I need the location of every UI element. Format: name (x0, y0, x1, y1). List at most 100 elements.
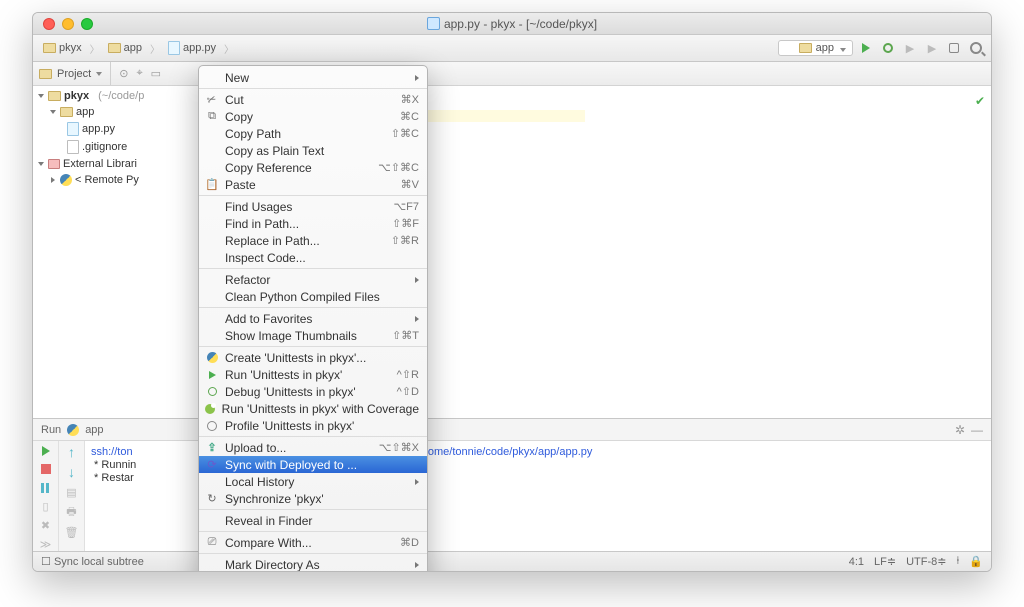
menu-item-label: Local History (225, 475, 409, 489)
file-encoding[interactable]: UTF-8≑ (906, 555, 946, 568)
menu-item-label: Create 'Unittests in pkyx'... (225, 351, 419, 365)
chevron-right-icon: 〉 (150, 41, 160, 56)
gear-icon[interactable]: ✲ (955, 423, 965, 437)
menu-item-new[interactable]: New (199, 69, 427, 86)
bug-icon (883, 43, 893, 53)
paste-icon: 📋 (205, 178, 219, 191)
pause-button[interactable] (39, 482, 53, 494)
minimize-icon[interactable] (62, 18, 74, 30)
scroll-down-button[interactable]: ↓ (65, 465, 79, 479)
menu-item-find-in-path[interactable]: Find in Path... ⇧⌘F (199, 215, 427, 232)
disclosure-icon (38, 94, 44, 98)
chevron-right-icon (415, 479, 419, 485)
hide-icon[interactable]: ▭ (151, 67, 161, 80)
chevron-right-icon (415, 277, 419, 283)
menu-item-label: Compare With... (225, 536, 394, 550)
menu-item-sync-with-deployed-to[interactable]: ⟳Sync with Deployed to ... (199, 456, 427, 473)
run-gutter-right: ↑ ↓ ▤ 🖶 🗑 (59, 441, 85, 551)
menu-item-inspect-code[interactable]: Inspect Code... (199, 249, 427, 266)
menu-item-profile-unittests-in-pkyx[interactable]: Profile 'Unittests in pkyx' (199, 417, 427, 434)
menu-item-mark-directory-as[interactable]: Mark Directory As (199, 556, 427, 572)
coverage-button[interactable]: ▶ (901, 39, 919, 57)
menu-item-run-unittests-in-pkyx-with-coverage[interactable]: Run 'Unittests in pkyx' with Coverage (199, 400, 427, 417)
cov-icon (205, 404, 216, 414)
project-toolwindow-button[interactable]: Project (33, 62, 111, 85)
minimize-panel-icon[interactable]: — (971, 423, 983, 437)
caret-position[interactable]: 4:1 (849, 556, 864, 568)
menu-item-label: Upload to... (225, 441, 373, 455)
menu-item-copy-path[interactable]: Copy Path⇧⌘C (199, 125, 427, 142)
print-button[interactable]: 🖶 (65, 505, 79, 519)
breadcrumb-app[interactable]: app (104, 40, 146, 56)
menu-item-copy-reference[interactable]: Copy Reference⌥⇧⌘C (199, 159, 427, 176)
titlebar: app.py - pkyx - [~/code/pkyx] (33, 13, 991, 35)
menu-item-label: Paste (225, 178, 395, 192)
shortcut-label: ⇧⌘F (392, 217, 419, 230)
select-button[interactable] (945, 39, 963, 57)
menu-item-replace-in-path[interactable]: Replace in Path... ⇧⌘R (199, 232, 427, 249)
menu-item-label: Find Usages (225, 200, 387, 214)
chevron-right-icon (415, 75, 419, 81)
menu-item-label: Reveal in Finder (225, 514, 419, 528)
menu-item-debug-unittests-in-pkyx[interactable]: Debug 'Unittests in pkyx'^⇧D (199, 383, 427, 400)
menu-item-add-to-favorites[interactable]: Add to Favorites (199, 310, 427, 327)
breadcrumb-app-py[interactable]: app.py (164, 39, 220, 57)
pin-button[interactable]: ✖ (39, 519, 53, 532)
pyfile-icon (67, 122, 79, 136)
shortcut-label: ^⇧R (397, 368, 419, 381)
menu-item-label: Copy Path (225, 127, 385, 141)
menu-item-local-history[interactable]: Local History (199, 473, 427, 490)
git-icon[interactable]: ⍿ (956, 555, 959, 568)
menu-item-compare-with[interactable]: ⎚Compare With...⌘D (199, 534, 427, 551)
chevron-right-icon (415, 316, 419, 322)
zoom-icon[interactable] (81, 18, 93, 30)
menu-item-paste[interactable]: 📋Paste⌘V (199, 176, 427, 193)
stop-button[interactable] (39, 463, 53, 475)
menu-item-create-unittests-in-pkyx[interactable]: Create 'Unittests in pkyx'... (199, 349, 427, 366)
menu-item-run-unittests-in-pkyx[interactable]: Run 'Unittests in pkyx'^⇧R (199, 366, 427, 383)
sync2-icon: ↻ (205, 492, 219, 505)
menu-item-label: Cut (225, 93, 395, 107)
collapse-icon[interactable]: ⊙ (119, 67, 128, 80)
toolwindow-icon[interactable]: ☐ (41, 556, 51, 568)
target-icon[interactable]: ⌖ (136, 67, 142, 80)
chevron-right-icon: 〉 (224, 41, 234, 56)
breadcrumb-pkyx[interactable]: pkyx (39, 40, 86, 56)
chevron-down-icon (96, 70, 104, 78)
menu-item-upload-to[interactable]: ⇪Upload to...⌥⇧⌘X (199, 439, 427, 456)
soft-wrap-button[interactable]: ▤ (65, 485, 79, 499)
shortcut-label: ⇧⌘R (391, 234, 419, 247)
ide-window: app.py - pkyx - [~/code/pkyx] pkyx 〉 app… (32, 12, 992, 572)
py-icon (205, 352, 219, 363)
run-config-selector[interactable]: app (778, 40, 853, 56)
menu-item-find-usages[interactable]: Find Usages⌥F7 (199, 198, 427, 215)
clear-button[interactable]: 🗑 (65, 525, 79, 539)
menu-item-refactor[interactable]: Refactor (199, 271, 427, 288)
menu-item-label: Sync with Deployed to ... (225, 458, 419, 472)
scroll-up-button[interactable]: ↑ (65, 445, 79, 459)
search-icon (970, 42, 982, 54)
search-button[interactable] (967, 39, 985, 57)
close-icon[interactable] (43, 18, 55, 30)
status-message: Sync local subtree (54, 556, 144, 568)
menu-item-synchronize-pkyx[interactable]: ↻Synchronize 'pkyx' (199, 490, 427, 507)
run-button[interactable] (857, 39, 875, 57)
run-header-app: app (85, 424, 103, 436)
menu-item-label: Find in Path... (225, 217, 386, 231)
debug-button[interactable] (879, 39, 897, 57)
menu-item-label: Replace in Path... (225, 234, 385, 248)
rerun-button[interactable] (39, 445, 53, 457)
lock-icon[interactable]: 🔒 (969, 555, 983, 568)
menu-item-copy[interactable]: ⧉Copy⌘C (199, 108, 427, 125)
menu-item-show-image-thumbnails[interactable]: Show Image Thumbnails⇧⌘T (199, 327, 427, 344)
profile-button[interactable]: ▶ (923, 39, 941, 57)
menu-item-copy-as-plain-text[interactable]: Copy as Plain Text (199, 142, 427, 159)
menu-item-reveal-in-finder[interactable]: Reveal in Finder (199, 512, 427, 529)
menu-item-label: Show Image Thumbnails (225, 329, 386, 343)
dump-button[interactable]: ▯ (39, 500, 53, 513)
python-icon (60, 174, 72, 186)
close-button[interactable]: ≫ (39, 538, 53, 551)
line-separator[interactable]: LF≑ (874, 555, 896, 568)
menu-item-clean-python-compiled-files[interactable]: Clean Python Compiled Files (199, 288, 427, 305)
menu-item-cut[interactable]: ✂Cut⌘X (199, 91, 427, 108)
